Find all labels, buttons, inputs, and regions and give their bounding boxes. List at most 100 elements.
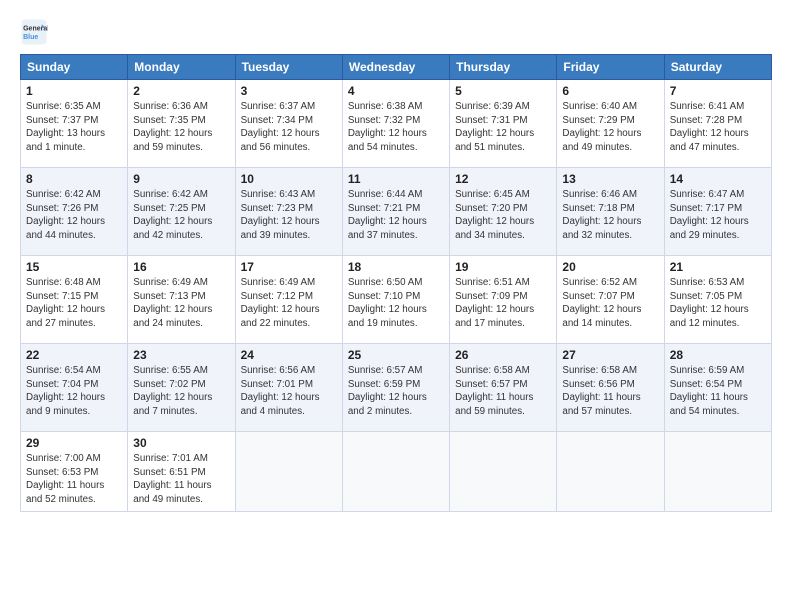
day-info: Sunrise: 6:39 AMSunset: 7:31 PMDaylight:… xyxy=(455,100,551,155)
weekday-header-monday: Monday xyxy=(128,55,235,80)
calendar-cell: 10 Sunrise: 6:43 AMSunset: 7:23 PMDayligh… xyxy=(235,168,342,256)
day-info: Sunrise: 6:59 AMSunset: 6:54 PMDaylight:… xyxy=(670,364,766,419)
day-info: Sunrise: 6:46 AMSunset: 7:18 PMDaylight:… xyxy=(562,188,658,243)
day-number: 25 xyxy=(348,348,444,362)
calendar-cell: 3 Sunrise: 6:37 AMSunset: 7:34 PMDaylight… xyxy=(235,80,342,168)
calendar-cell: 20 Sunrise: 6:52 AMSunset: 7:07 PMDayligh… xyxy=(557,256,664,344)
weekday-header-friday: Friday xyxy=(557,55,664,80)
day-number: 5 xyxy=(455,84,551,98)
day-info: Sunrise: 6:58 AMSunset: 6:57 PMDaylight:… xyxy=(455,364,551,419)
weekday-header-row: SundayMondayTuesdayWednesdayThursdayFrid… xyxy=(21,55,772,80)
day-info: Sunrise: 6:58 AMSunset: 6:56 PMDaylight:… xyxy=(562,364,658,419)
calendar-cell: 9 Sunrise: 6:42 AMSunset: 7:25 PMDaylight… xyxy=(128,168,235,256)
calendar-cell: 24 Sunrise: 6:56 AMSunset: 7:01 PMDayligh… xyxy=(235,344,342,432)
header: General Blue xyxy=(20,18,772,46)
calendar-cell: 13 Sunrise: 6:46 AMSunset: 7:18 PMDayligh… xyxy=(557,168,664,256)
day-info: Sunrise: 6:42 AMSunset: 7:25 PMDaylight:… xyxy=(133,188,229,243)
calendar-cell: 14 Sunrise: 6:47 AMSunset: 7:17 PMDayligh… xyxy=(664,168,771,256)
calendar-cell: 11Sunrise: 6:44 AMSunset: 7:21 PMDayligh… xyxy=(342,168,449,256)
calendar-cell xyxy=(342,432,449,512)
day-number: 24 xyxy=(241,348,337,362)
calendar-cell xyxy=(664,432,771,512)
weekday-header-sunday: Sunday xyxy=(21,55,128,80)
calendar-cell: 7 Sunrise: 6:41 AMSunset: 7:28 PMDaylight… xyxy=(664,80,771,168)
day-number: 4 xyxy=(348,84,444,98)
calendar-cell: 27 Sunrise: 6:58 AMSunset: 6:56 PMDayligh… xyxy=(557,344,664,432)
calendar-cell: 17 Sunrise: 6:49 AMSunset: 7:12 PMDayligh… xyxy=(235,256,342,344)
day-number: 29 xyxy=(26,436,122,450)
day-number: 11 xyxy=(348,172,444,186)
day-info: Sunrise: 6:49 AMSunset: 7:12 PMDaylight:… xyxy=(241,276,337,331)
day-number: 30 xyxy=(133,436,229,450)
calendar-cell: 6 Sunrise: 6:40 AMSunset: 7:29 PMDaylight… xyxy=(557,80,664,168)
weekday-header-tuesday: Tuesday xyxy=(235,55,342,80)
calendar-cell: 2 Sunrise: 6:36 AMSunset: 7:35 PMDaylight… xyxy=(128,80,235,168)
weekday-header-saturday: Saturday xyxy=(664,55,771,80)
calendar-week-1: 1 Sunrise: 6:35 AMSunset: 7:37 PMDaylight… xyxy=(21,80,772,168)
day-info: Sunrise: 6:41 AMSunset: 7:28 PMDaylight:… xyxy=(670,100,766,155)
day-info: Sunrise: 6:43 AMSunset: 7:23 PMDaylight:… xyxy=(241,188,337,243)
calendar-cell xyxy=(557,432,664,512)
day-info: Sunrise: 6:52 AMSunset: 7:07 PMDaylight:… xyxy=(562,276,658,331)
day-number: 1 xyxy=(26,84,122,98)
day-info: Sunrise: 6:53 AMSunset: 7:05 PMDaylight:… xyxy=(670,276,766,331)
day-number: 3 xyxy=(241,84,337,98)
day-info: Sunrise: 6:45 AMSunset: 7:20 PMDaylight:… xyxy=(455,188,551,243)
day-info: Sunrise: 6:40 AMSunset: 7:29 PMDaylight:… xyxy=(562,100,658,155)
calendar-cell: 4 Sunrise: 6:38 AMSunset: 7:32 PMDaylight… xyxy=(342,80,449,168)
day-number: 13 xyxy=(562,172,658,186)
day-number: 12 xyxy=(455,172,551,186)
day-info: Sunrise: 6:38 AMSunset: 7:32 PMDaylight:… xyxy=(348,100,444,155)
calendar-cell: 30 Sunrise: 7:01 AMSunset: 6:51 PMDayligh… xyxy=(128,432,235,512)
day-number: 20 xyxy=(562,260,658,274)
day-number: 22 xyxy=(26,348,122,362)
day-number: 17 xyxy=(241,260,337,274)
calendar-table: SundayMondayTuesdayWednesdayThursdayFrid… xyxy=(20,54,772,512)
weekday-header-thursday: Thursday xyxy=(450,55,557,80)
day-number: 28 xyxy=(670,348,766,362)
calendar-cell: 28 Sunrise: 6:59 AMSunset: 6:54 PMDayligh… xyxy=(664,344,771,432)
calendar-cell: 23Sunrise: 6:55 AMSunset: 7:02 PMDayligh… xyxy=(128,344,235,432)
day-info: Sunrise: 6:37 AMSunset: 7:34 PMDaylight:… xyxy=(241,100,337,155)
day-number: 26 xyxy=(455,348,551,362)
weekday-header-wednesday: Wednesday xyxy=(342,55,449,80)
day-number: 2 xyxy=(133,84,229,98)
day-number: 6 xyxy=(562,84,658,98)
svg-text:General: General xyxy=(23,25,48,32)
logo: General Blue xyxy=(20,18,52,46)
calendar-cell: 25 Sunrise: 6:57 AMSunset: 6:59 PMDayligh… xyxy=(342,344,449,432)
calendar-cell: 12 Sunrise: 6:45 AMSunset: 7:20 PMDayligh… xyxy=(450,168,557,256)
day-number: 19 xyxy=(455,260,551,274)
calendar-cell: 15Sunrise: 6:48 AMSunset: 7:15 PMDayligh… xyxy=(21,256,128,344)
day-number: 23 xyxy=(133,348,229,362)
day-info: Sunrise: 6:48 AMSunset: 7:15 PMDaylight:… xyxy=(26,276,122,331)
day-number: 7 xyxy=(670,84,766,98)
day-number: 14 xyxy=(670,172,766,186)
day-info: Sunrise: 6:56 AMSunset: 7:01 PMDaylight:… xyxy=(241,364,337,419)
calendar-cell: 21 Sunrise: 6:53 AMSunset: 7:05 PMDayligh… xyxy=(664,256,771,344)
calendar-cell: 5 Sunrise: 6:39 AMSunset: 7:31 PMDaylight… xyxy=(450,80,557,168)
day-number: 10 xyxy=(241,172,337,186)
day-info: Sunrise: 6:42 AMSunset: 7:26 PMDaylight:… xyxy=(26,188,122,243)
main-container: General Blue SundayMondayTuesdayWednesda… xyxy=(0,0,792,522)
day-number: 18 xyxy=(348,260,444,274)
calendar-week-2: 8 Sunrise: 6:42 AMSunset: 7:26 PMDaylight… xyxy=(21,168,772,256)
day-info: Sunrise: 6:36 AMSunset: 7:35 PMDaylight:… xyxy=(133,100,229,155)
day-info: Sunrise: 6:57 AMSunset: 6:59 PMDaylight:… xyxy=(348,364,444,419)
day-info: Sunrise: 6:47 AMSunset: 7:17 PMDaylight:… xyxy=(670,188,766,243)
day-info: Sunrise: 7:00 AMSunset: 6:53 PMDaylight:… xyxy=(26,452,122,507)
day-info: Sunrise: 6:50 AMSunset: 7:10 PMDaylight:… xyxy=(348,276,444,331)
day-number: 8 xyxy=(26,172,122,186)
calendar-cell: 29 Sunrise: 7:00 AMSunset: 6:53 PMDayligh… xyxy=(21,432,128,512)
day-info: Sunrise: 7:01 AMSunset: 6:51 PMDaylight:… xyxy=(133,452,229,507)
calendar-cell: 1 Sunrise: 6:35 AMSunset: 7:37 PMDaylight… xyxy=(21,80,128,168)
calendar-cell xyxy=(235,432,342,512)
day-info: Sunrise: 6:35 AMSunset: 7:37 PMDaylight:… xyxy=(26,100,122,155)
day-number: 9 xyxy=(133,172,229,186)
day-number: 27 xyxy=(562,348,658,362)
calendar-week-5: 29 Sunrise: 7:00 AMSunset: 6:53 PMDayligh… xyxy=(21,432,772,512)
svg-text:Blue: Blue xyxy=(23,34,38,41)
calendar-week-3: 15Sunrise: 6:48 AMSunset: 7:15 PMDayligh… xyxy=(21,256,772,344)
calendar-cell: 19Sunrise: 6:51 AMSunset: 7:09 PMDayligh… xyxy=(450,256,557,344)
day-number: 21 xyxy=(670,260,766,274)
